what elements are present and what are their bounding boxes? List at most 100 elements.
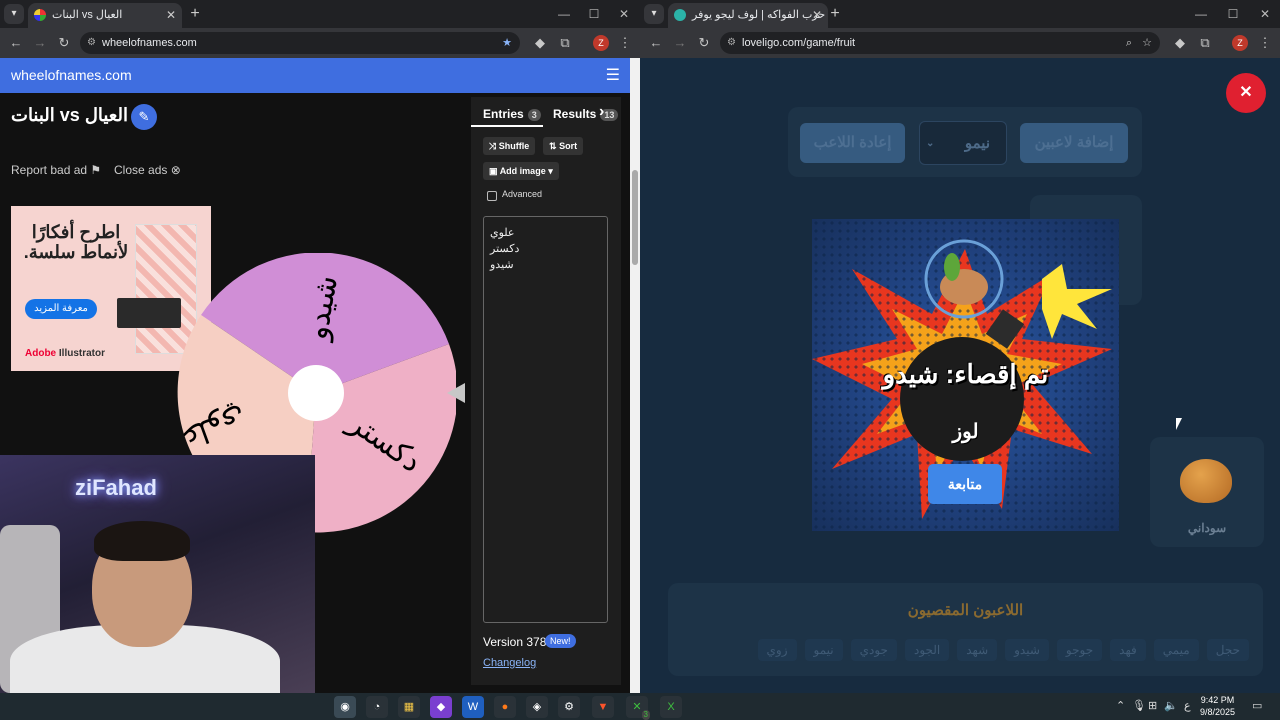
entries-count-badge: 3 xyxy=(527,109,541,121)
sort-label: Sort xyxy=(559,141,578,151)
language-indicator[interactable]: ع xyxy=(1184,699,1191,712)
maximize-button[interactable]: ☐ xyxy=(1217,0,1249,28)
xbox-taskbar-icon[interactable]: ✕ 3 xyxy=(626,696,650,720)
image-icon: ▣ xyxy=(489,166,498,176)
new-tab-button[interactable]: + xyxy=(185,4,205,24)
ad-cta-button[interactable]: معرفة المزيد xyxy=(25,299,97,319)
tab-results[interactable]: Results 13 xyxy=(553,107,619,121)
wheel-site-header: wheelofnames.com ☰ xyxy=(0,58,630,93)
fruit-card-sudani[interactable]: سوداني xyxy=(1150,437,1264,547)
report-ad-label: Report bad ad xyxy=(11,163,88,177)
wheel-site-logo[interactable]: wheelofnames.com xyxy=(11,67,132,83)
tab-search-button[interactable]: ▾ xyxy=(644,4,664,24)
page-scrollbar-track[interactable] xyxy=(630,58,640,693)
advanced-label: Advanced xyxy=(502,189,543,199)
shuffle-button[interactable]: ⤨ Shuffle xyxy=(483,137,536,155)
bookmark-star-icon[interactable]: ★ xyxy=(502,32,512,54)
close-game-icon[interactable]: ✕ xyxy=(1226,73,1266,113)
player-select[interactable]: ⌄ نيمو xyxy=(919,121,1007,165)
extension-diamond-icon[interactable]: ◆ xyxy=(1170,33,1190,53)
ad-brand-product: Illustrator xyxy=(56,348,106,359)
profile-avatar[interactable]: Z xyxy=(1232,35,1248,51)
new-badge: New! xyxy=(545,634,576,648)
app-taskbar-icon[interactable]: ◆ xyxy=(430,696,452,718)
close-circle-icon: ⊗ xyxy=(170,163,181,177)
replay-button[interactable]: إعادة اللاعب xyxy=(800,123,905,163)
tray-expand-icon[interactable]: ⌃ xyxy=(1116,699,1125,712)
page-scrollbar-thumb[interactable] xyxy=(632,170,638,265)
close-window-button[interactable]: ✕ xyxy=(608,0,640,28)
eliminated-chip: ميمي xyxy=(1153,639,1199,661)
game-taskbar-icon[interactable]: ◈ xyxy=(526,696,548,718)
eliminated-chip: جوجو xyxy=(1056,639,1103,661)
forward-arrow-icon[interactable]: → xyxy=(670,33,690,53)
add-players-button[interactable]: إضافة لاعبين xyxy=(1020,123,1128,163)
notification-icon[interactable]: ▭ xyxy=(1252,699,1262,712)
left-address-bar[interactable]: ⚙ wheelofnames.com ★ xyxy=(80,32,520,54)
wheel-pointer-icon xyxy=(447,383,465,403)
maximize-button[interactable]: ☐ xyxy=(578,0,610,28)
changelog-link[interactable]: Changelog xyxy=(483,657,536,669)
tab-search-button[interactable]: ▾ xyxy=(4,4,24,24)
elimination-modal: تم إقصاء: شيدو لوز متابعة xyxy=(812,219,1119,531)
close-window-button[interactable]: ✕ xyxy=(1249,0,1280,28)
entries-textarea[interactable]: علوي دكستر شيدو xyxy=(483,216,608,623)
wheel-favicon-icon xyxy=(34,9,46,21)
back-arrow-icon[interactable]: ← xyxy=(6,33,26,53)
entry-line: دكستر xyxy=(490,243,520,255)
steam-taskbar-icon[interactable]: ⚙ xyxy=(558,696,580,718)
hamburger-menu-icon[interactable]: ☰ xyxy=(606,65,620,85)
speedometer-taskbar-icon[interactable]: ◔ xyxy=(366,696,388,718)
close-tab-icon[interactable]: ✕ xyxy=(812,3,822,28)
report-bad-ad-link[interactable]: Report bad ad ⚑ xyxy=(11,163,101,177)
store-taskbar-icon[interactable]: ▦ xyxy=(398,696,420,718)
volume-icon[interactable]: 🔈 xyxy=(1164,699,1178,712)
left-active-tab[interactable]: البنات vs العيال ✕ xyxy=(28,3,182,28)
forward-arrow-icon[interactable]: → xyxy=(30,33,50,53)
bookmark-star-icon[interactable]: ☆ xyxy=(1142,32,1152,54)
minimize-button[interactable]: — xyxy=(548,0,580,28)
right-tab-title: لعبة حرب الفواكه | لوف ليجو يوفر xyxy=(692,9,828,21)
reload-icon[interactable]: ↻ xyxy=(54,33,74,53)
player-controls-card: إضافة لاعبين ⌄ نيمو إعادة اللاعب xyxy=(788,107,1142,177)
close-tab-icon[interactable]: ✕ xyxy=(166,3,176,28)
advanced-checkbox[interactable] xyxy=(487,191,497,201)
microphone-icon[interactable]: 🎙 xyxy=(1132,699,1146,712)
site-info-icon[interactable]: ⚙ xyxy=(87,32,96,54)
browser-menu-icon[interactable]: ⋮ xyxy=(615,33,635,53)
network-icon[interactable]: ⊞ xyxy=(1148,699,1157,712)
shuffle-label: Shuffle xyxy=(498,141,530,151)
right-active-tab[interactable]: لعبة حرب الفواكه | لوف ليجو يوفر ✕ xyxy=(668,3,828,28)
reload-icon[interactable]: ↻ xyxy=(694,33,714,53)
right-address-bar[interactable]: ⚙ loveligo.com/game/fruit ⌕ ☆ xyxy=(720,32,1160,54)
close-ads-link[interactable]: Close ads ⊗ xyxy=(114,163,181,177)
extension-diamond-icon[interactable]: ◆ xyxy=(530,33,550,53)
ad-brand-adobe: Adobe xyxy=(25,348,57,359)
tab-entries[interactable]: Entries 3 xyxy=(483,107,541,121)
clock[interactable]: 9:42 PM 9/8/2025 xyxy=(1200,694,1235,718)
new-tab-button[interactable]: + xyxy=(825,4,845,24)
sort-button[interactable]: ⇅ Sort xyxy=(543,137,584,155)
left-url-text: wheelofnames.com xyxy=(102,37,197,49)
back-arrow-icon[interactable]: ← xyxy=(646,33,666,53)
continue-button[interactable]: متابعة xyxy=(928,464,1002,504)
add-image-button[interactable]: ▣ Add image ▾ xyxy=(483,162,559,180)
excel-taskbar-icon[interactable]: X xyxy=(660,696,682,718)
browser-menu-icon[interactable]: ⋮ xyxy=(1255,33,1275,53)
tabs-scroll-chevron-icon[interactable]: › xyxy=(599,103,604,121)
eliminated-chip: فهد xyxy=(1110,639,1146,661)
add-image-label: Add image xyxy=(499,166,546,176)
extensions-puzzle-icon[interactable]: ⧉ xyxy=(555,33,575,53)
profile-avatar[interactable]: Z xyxy=(593,35,609,51)
word-taskbar-icon[interactable]: W xyxy=(462,696,484,718)
minimize-button[interactable]: — xyxy=(1185,0,1217,28)
xbox-badge: 3 xyxy=(641,710,650,720)
edit-title-pencil-icon[interactable]: ✎ xyxy=(131,104,157,130)
wheel-center-hub[interactable] xyxy=(288,365,344,421)
brave-taskbar-icon[interactable]: ▼ xyxy=(592,696,614,718)
firefox-taskbar-icon[interactable]: ● xyxy=(494,696,516,718)
extensions-puzzle-icon[interactable]: ⧉ xyxy=(1195,33,1215,53)
zoom-icon[interactable]: ⌕ xyxy=(1126,32,1132,54)
chrome-taskbar-icon[interactable]: ◉ xyxy=(334,696,356,718)
site-info-icon[interactable]: ⚙ xyxy=(727,32,736,54)
